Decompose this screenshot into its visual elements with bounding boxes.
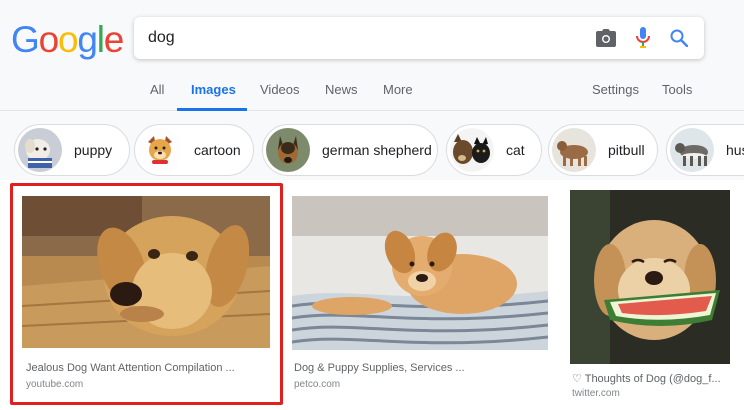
result-source: youtube.com <box>26 379 84 390</box>
chip-label: cat <box>506 142 525 158</box>
pitbull-thumbnail <box>552 128 596 172</box>
logo-letter: o <box>57 19 79 60</box>
search-input[interactable] <box>148 28 568 48</box>
chip-label: german shepherd <box>322 142 432 158</box>
tab-videos[interactable]: Videos <box>260 82 300 97</box>
tab-settings[interactable]: Settings <box>592 82 639 97</box>
header: Google All Images Videos News More Setti… <box>0 0 744 111</box>
tab-more[interactable]: More <box>383 82 413 97</box>
logo-letter: l <box>96 19 105 60</box>
tab-all[interactable]: All <box>150 82 164 97</box>
active-tab-indicator <box>177 108 247 111</box>
chip-german-shepherd[interactable]: german shepherd <box>262 124 438 176</box>
dog-watermelon-image[interactable] <box>570 190 730 364</box>
result-card[interactable]: Jealous Dog Want Attention Compilation .… <box>16 190 278 400</box>
result-source: petco.com <box>294 379 341 390</box>
chip-pitbull[interactable]: pitbull <box>548 124 658 176</box>
chip-cartoon[interactable]: cartoon <box>134 124 254 176</box>
microphone-icon[interactable] <box>631 27 655 49</box>
puppy-thumbnail <box>18 128 62 172</box>
search-icon[interactable] <box>667 27 691 49</box>
image-results: Jealous Dog Want Attention Compilation .… <box>0 180 744 410</box>
result-title[interactable]: Dog & Puppy Supplies, Services ... <box>294 362 548 374</box>
cat-thumbnail <box>450 128 494 172</box>
logo-letter: e <box>103 19 125 60</box>
result-card[interactable]: ♡ Thoughts of Dog (@dog_f... twitter.com <box>566 190 744 400</box>
search-tabs: All Images Videos News More Settings Too… <box>0 70 744 111</box>
logo-letter: G <box>11 19 40 60</box>
puppy-on-blanket-image[interactable] <box>292 196 548 350</box>
logo-letter: g <box>77 19 98 60</box>
result-card[interactable]: Dog & Puppy Supplies, Services ... petco… <box>286 190 552 400</box>
search-box <box>134 17 704 59</box>
golden-retriever-image[interactable] <box>22 196 270 348</box>
tab-tools[interactable]: Tools <box>662 82 692 97</box>
tab-images[interactable]: Images <box>191 82 236 97</box>
chip-label: hus <box>726 142 744 158</box>
result-title[interactable]: ♡ Thoughts of Dog (@dog_f... <box>572 372 738 385</box>
google-logo[interactable]: Google <box>11 19 125 60</box>
result-title[interactable]: Jealous Dog Want Attention Compilation .… <box>26 362 270 374</box>
chip-label: puppy <box>74 142 113 158</box>
cartoon-dog-thumbnail <box>138 128 182 172</box>
chip-cat[interactable]: cat <box>446 124 542 176</box>
tab-news[interactable]: News <box>325 82 358 97</box>
result-source: twitter.com <box>572 388 620 399</box>
chip-puppy[interactable]: puppy <box>14 124 130 176</box>
chip-husky[interactable]: hus <box>666 124 744 176</box>
husky-thumbnail <box>670 128 714 172</box>
related-searches: puppy cartoon german shepherd cat pitbul… <box>0 124 744 176</box>
chip-label: pitbull <box>608 142 645 158</box>
logo-letter: o <box>38 19 60 60</box>
camera-icon[interactable] <box>594 27 618 49</box>
german-shepherd-thumbnail <box>266 128 310 172</box>
chip-label: cartoon <box>194 142 241 158</box>
